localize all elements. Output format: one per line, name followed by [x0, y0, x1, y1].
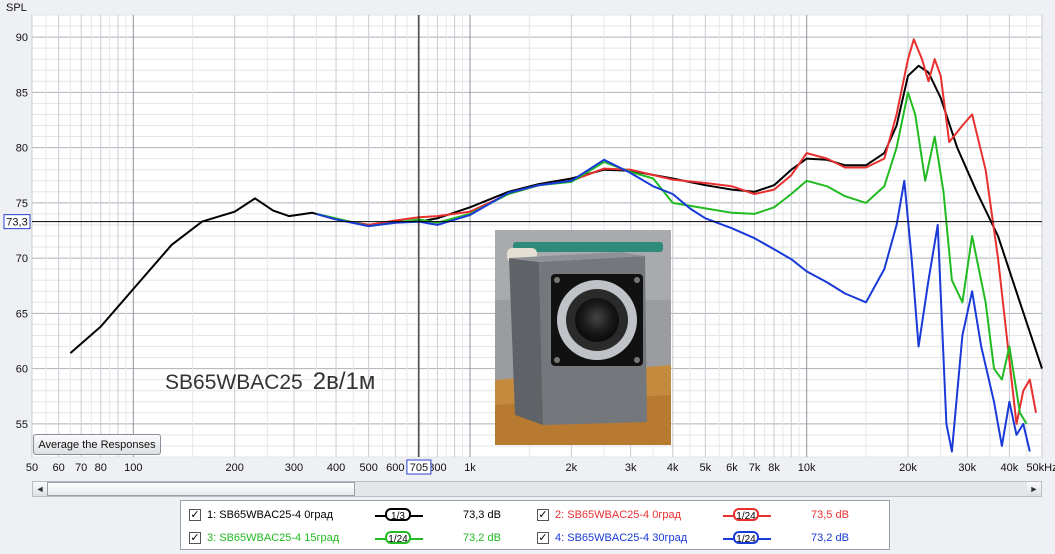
- legend-checkbox-4[interactable]: ✓: [537, 532, 549, 544]
- x-tick-label: 4k: [667, 462, 679, 474]
- caption-model: SB65WBAC25: [165, 371, 303, 394]
- legend-value-4: 73,2 dB: [811, 532, 849, 544]
- average-responses-button[interactable]: Average the Responses: [33, 434, 161, 455]
- y-axis-title: SPL: [6, 2, 27, 14]
- x-tick-label: 7k: [749, 462, 761, 474]
- y-tick-label: 90: [16, 32, 28, 44]
- x-tick-label: 300: [285, 462, 303, 474]
- caption-setup: 2в/1м: [312, 368, 376, 395]
- smoothing-badge-1[interactable]: 1/3: [375, 507, 423, 523]
- legend-label-2: 2: SB65WBAC25-4 0град: [555, 509, 681, 521]
- x-tick-label: 30k: [958, 462, 976, 474]
- legend-panel: ✓ 1: SB65WBAC25-4 0град 1/3 73,3 dB ✓ 2:…: [180, 500, 890, 550]
- y-tick-label: 70: [16, 253, 28, 265]
- x-tick-label: 5k: [700, 462, 712, 474]
- legend-checkbox-1[interactable]: ✓: [189, 509, 201, 521]
- x-tick-label: 8k: [768, 462, 780, 474]
- speaker-photo: [495, 230, 671, 445]
- speaker-image: [495, 230, 671, 445]
- legend-value-3: 73,2 dB: [463, 532, 501, 544]
- legend-checkbox-2[interactable]: ✓: [537, 509, 549, 521]
- x-tick-label: 80: [95, 462, 107, 474]
- y-tick-label: 55: [16, 419, 28, 431]
- legend-value-2: 73,5 dB: [811, 509, 849, 521]
- x-tick-label: 20k: [899, 462, 917, 474]
- horizontal-scrollbar[interactable]: ◄ ►: [32, 481, 1042, 497]
- cursor-y-readout: 73,3: [6, 217, 27, 229]
- x-tick-label: 600: [386, 462, 404, 474]
- y-tick-label: 60: [16, 364, 28, 376]
- x-tick-label: 100: [124, 462, 142, 474]
- legend-row-4: ✓ 4: SB65WBAC25-4 30град 1/24 73,2 dB: [537, 528, 871, 548]
- x-tick-label: 40k: [1000, 462, 1018, 474]
- x-tick-label: 400: [327, 462, 345, 474]
- legend-row-2: ✓ 2: SB65WBAC25-4 0град 1/24 73,5 dB: [537, 505, 871, 525]
- x-tick-label: 3k: [625, 462, 637, 474]
- y-tick-label: 65: [16, 308, 28, 320]
- smoothing-badge-3[interactable]: 1/24: [375, 530, 423, 546]
- y-tick-label: 75: [16, 198, 28, 210]
- x-tick-label: 1k: [464, 462, 476, 474]
- chart-caption: SB65WBAC25 2в/1м: [165, 368, 375, 396]
- cursor-x-readout: 705: [410, 462, 428, 474]
- x-tick-label: 10k: [798, 462, 816, 474]
- legend-label-1: 1: SB65WBAC25-4 0град: [207, 509, 333, 521]
- legend-value-1: 73,3 dB: [463, 509, 501, 521]
- legend-row-1: ✓ 1: SB65WBAC25-4 0град 1/3 73,3 dB: [189, 505, 523, 525]
- x-tick-label: 200: [226, 462, 244, 474]
- scroll-left-arrow-icon[interactable]: ◄: [33, 482, 47, 496]
- scroll-thumb[interactable]: [47, 482, 355, 496]
- x-tick-label: 6k: [726, 462, 738, 474]
- smoothing-badge-2[interactable]: 1/24: [723, 507, 771, 523]
- legend-row-3: ✓ 3: SB65WBAC25-4 15град 1/24 73,2 dB: [189, 528, 523, 548]
- legend-label-4: 4: SB65WBAC25-4 30град: [555, 532, 688, 544]
- x-tick-label: 500: [359, 462, 377, 474]
- x-tick-label: 50: [26, 462, 38, 474]
- x-tick-label: 60: [53, 462, 65, 474]
- smoothing-badge-4[interactable]: 1/24: [723, 530, 771, 546]
- x-tick-label: 2k: [566, 462, 578, 474]
- scroll-right-arrow-icon[interactable]: ►: [1027, 482, 1041, 496]
- y-tick-label: 85: [16, 87, 28, 99]
- y-tick-label: 80: [16, 143, 28, 155]
- x-tick-label: 70: [75, 462, 87, 474]
- legend-checkbox-3[interactable]: ✓: [189, 532, 201, 544]
- x-tick-label: 50kHz: [1026, 462, 1055, 474]
- legend-label-3: 3: SB65WBAC25-4 15град: [207, 532, 340, 544]
